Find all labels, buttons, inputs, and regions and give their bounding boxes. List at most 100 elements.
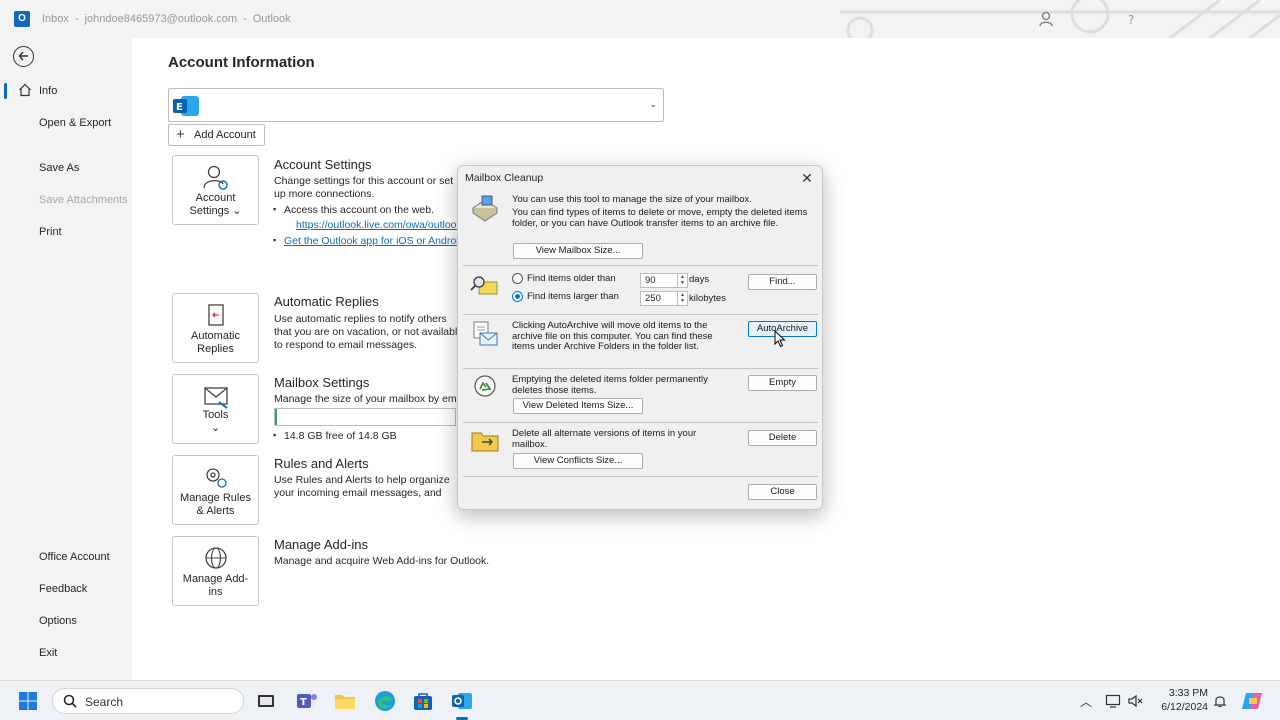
system-clock[interactable]: 3:33 PM 6/12/2024 xyxy=(1150,686,1208,714)
close-icon[interactable]: ✕ xyxy=(798,169,816,187)
edge-icon[interactable] xyxy=(373,689,397,713)
storage-bar-fill xyxy=(275,409,277,425)
archive-icon xyxy=(473,321,498,346)
delete-conflicts-text: Delete all alternate versions of items i… xyxy=(512,428,697,450)
decorative-pattern-icon xyxy=(840,0,1280,38)
manage-addins-desc: Manage and acquire Web Add-ins for Outlo… xyxy=(274,555,490,567)
manage-addins-title: Manage Add-ins xyxy=(274,537,368,552)
mailbox-settings-desc: Manage the size of your mailbox by empty… xyxy=(274,393,458,405)
rules-alerts-icon xyxy=(206,468,227,488)
spinner-arrows-icon[interactable]: ▲ ▼ xyxy=(677,292,687,305)
plus-icon: + xyxy=(176,126,185,143)
copilot-icon[interactable] xyxy=(1240,689,1264,713)
account-selector[interactable]: E ⌄ xyxy=(168,88,664,122)
rules-alerts-title: Rules and Alerts xyxy=(274,456,369,471)
automatic-replies-desc: Use automatic replies to notify others t… xyxy=(274,313,464,351)
manage-addins-tile[interactable]: Manage Add- ins xyxy=(172,536,259,606)
windows-start-icon[interactable] xyxy=(18,691,38,711)
back-button[interactable] xyxy=(13,46,34,67)
mobile-app-link[interactable]: Get the Outlook app for iOS or Android. xyxy=(284,235,467,247)
file-explorer-icon[interactable] xyxy=(333,689,357,713)
rules-alerts-desc: Use Rules and Alerts to help organize yo… xyxy=(274,474,450,499)
page-title: Account Information xyxy=(168,54,315,71)
separator xyxy=(463,422,818,423)
clock-date: 6/12/2024 xyxy=(1161,701,1208,713)
view-mailbox-size-button[interactable]: View Mailbox Size... xyxy=(513,243,643,259)
tray-overflow-icon[interactable]: ︿ xyxy=(1080,693,1092,710)
separator xyxy=(463,476,818,477)
automatic-replies-title: Automatic Replies xyxy=(274,294,379,309)
nav-info-label: Info xyxy=(39,85,58,97)
speaker-muted-icon[interactable] xyxy=(1127,693,1143,709)
find-larger-radio[interactable] xyxy=(512,291,523,302)
notification-bell-icon[interactable] xyxy=(1212,693,1228,709)
find-larger-spinner[interactable]: 250 ▲ ▼ xyxy=(640,291,688,306)
active-indicator xyxy=(4,83,7,99)
title-bar: O Inbox - johndoe8465973@outlook.com - Outlo… xyxy=(0,0,1280,38)
mailbox-cleanup-dialog: Mailbox Cleanup ✕ You can use this tool … xyxy=(457,165,823,510)
tools-tile[interactable]: Tools ⌄ xyxy=(172,374,259,444)
spinner-arrows-icon[interactable]: ▲ ▼ xyxy=(677,274,687,287)
find-older-radio[interactable] xyxy=(512,273,523,284)
nav-exit[interactable]: Exit xyxy=(0,639,132,667)
close-button[interactable]: Close xyxy=(748,484,817,500)
recycle-bin-icon xyxy=(474,375,496,397)
manage-rules-tile[interactable]: Manage Rules & Alerts xyxy=(172,455,259,525)
outlook-taskbar-icon[interactable] xyxy=(450,689,474,713)
view-conflicts-size-button[interactable]: View Conflicts Size... xyxy=(513,453,643,469)
separator xyxy=(463,265,818,266)
conflicts-folder-icon xyxy=(471,432,499,452)
teams-icon[interactable]: T xyxy=(295,689,319,713)
outlook-app-bullet: Get the Outlook app for iOS or Android. xyxy=(273,235,467,247)
view-deleted-items-size-button[interactable]: View Deleted Items Size... xyxy=(513,398,643,414)
mailbox-storage-bar xyxy=(274,408,456,426)
back-arrow-icon xyxy=(18,51,28,61)
storage-free-text: 14.8 GB free of 14.8 GB xyxy=(273,430,397,442)
chevron-down-icon: ⌄ xyxy=(649,99,657,109)
mouse-cursor-icon xyxy=(774,330,786,348)
add-account-button[interactable]: + Add Account xyxy=(168,124,265,146)
nav-options[interactable]: Options xyxy=(0,607,132,635)
outlook-app-icon: O xyxy=(14,11,30,27)
account-settings-icon xyxy=(203,165,228,190)
nav-save-as[interactable]: Save As xyxy=(0,154,132,182)
mailbox-tool-icon xyxy=(472,195,498,222)
svg-text:T: T xyxy=(300,697,307,708)
find-button[interactable]: Find... xyxy=(748,274,817,290)
home-icon xyxy=(19,83,31,97)
separator xyxy=(463,314,818,315)
backstage-sidebar: Info Open & Export Save As Save Attachme… xyxy=(0,38,132,680)
store-icon[interactable] xyxy=(411,689,435,713)
window-title: Inbox - johndoe8465973@outlook.com - Outlook xyxy=(42,13,291,25)
empty-button[interactable]: Empty xyxy=(748,375,817,391)
tools-icon xyxy=(204,387,228,409)
svg-text:?: ? xyxy=(1128,13,1134,27)
nav-office-account[interactable]: Office Account xyxy=(0,543,132,571)
taskbar: Search T ︿ 3:33 PM 6/12/2024 xyxy=(0,680,1280,720)
globe-icon xyxy=(205,547,227,569)
taskbar-search[interactable]: Search xyxy=(52,688,244,714)
account-settings-title: Account Settings xyxy=(274,157,372,172)
automatic-replies-tile[interactable]: Automatic Replies xyxy=(172,293,259,363)
search-icon xyxy=(63,694,77,708)
separator xyxy=(463,368,818,369)
display-icon[interactable] xyxy=(1105,693,1121,709)
find-items-icon xyxy=(470,276,498,295)
account-settings-tile[interactable]: Account Settings ⌄ xyxy=(172,155,259,225)
delete-button[interactable]: Delete xyxy=(748,430,817,446)
automatic-replies-icon xyxy=(208,304,224,326)
nav-print[interactable]: Print xyxy=(0,218,132,246)
help-icon[interactable]: ? xyxy=(1124,11,1140,27)
nav-info[interactable]: Info xyxy=(0,77,132,105)
nav-open-export[interactable]: Open & Export xyxy=(0,109,132,137)
title-folder: Inbox xyxy=(42,13,69,25)
autoarchive-text: Clicking AutoArchive will move old items… xyxy=(512,320,713,352)
profile-icon[interactable] xyxy=(1038,11,1054,27)
find-older-spinner[interactable]: 90 ▲ ▼ xyxy=(640,273,688,288)
intro-line2: You can find types of items to delete or… xyxy=(512,207,808,229)
nav-feedback[interactable]: Feedback xyxy=(0,575,132,603)
task-view-icon[interactable] xyxy=(254,689,278,713)
account-settings-desc: Change settings for this account or set … xyxy=(274,175,454,200)
intro-line1: You can use this tool to manage the size… xyxy=(512,194,752,205)
title-app: Outlook xyxy=(252,13,291,25)
